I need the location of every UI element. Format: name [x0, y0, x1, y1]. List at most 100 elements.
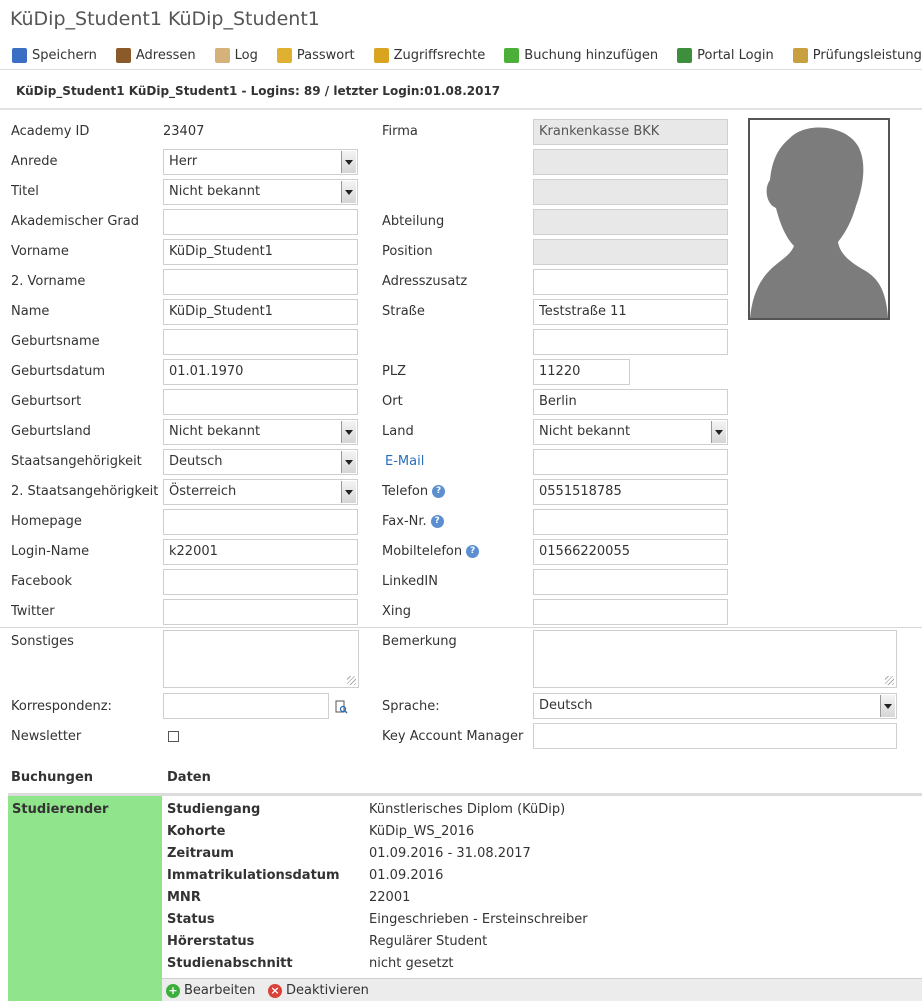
linkedin-input[interactable]: [533, 569, 728, 595]
label-anrede: Anrede: [11, 154, 58, 169]
toolbar-button-lock[interactable]: Zugriffsrechte: [363, 48, 492, 63]
label-homepage: Homepage: [11, 514, 82, 529]
label-geburtsname: Geburtsname: [11, 334, 100, 349]
address-book-icon: [115, 48, 131, 63]
edit-button[interactable]: + Bearbeiten: [166, 983, 255, 998]
deactivate-button-label: Deaktivieren: [286, 983, 369, 998]
toolbar-button-add[interactable]: Buchung hinzufügen: [493, 48, 664, 63]
label-geburtsdatum: Geburtsdatum: [11, 364, 105, 379]
strasse-line2-input[interactable]: [533, 329, 728, 355]
strasse-input[interactable]: Teststraße 11: [533, 299, 728, 325]
toolbar-button-label: Passwort: [296, 48, 355, 63]
position-input[interactable]: [533, 239, 728, 265]
resize-grip-icon[interactable]: [885, 676, 894, 685]
vorname2-input[interactable]: [163, 269, 358, 295]
label-geburtsort: Geburtsort: [11, 394, 82, 409]
label-staatsang2: 2. Staatsangehörigkeit: [11, 484, 159, 499]
name-input[interactable]: KüDip_Student1: [163, 299, 358, 325]
booking-detail-key: Studiengang: [167, 802, 261, 817]
geburtsland-select[interactable]: Nicht bekannt: [163, 419, 358, 445]
firma-line2-input[interactable]: [533, 149, 728, 175]
chevron-down-icon: [341, 451, 356, 473]
firma-input[interactable]: Krankenkasse BKK: [533, 119, 728, 145]
toolbar: Speichern Adressen Log Passwort Zugriffsrech…: [0, 42, 922, 70]
newsletter-checkbox[interactable]: [168, 731, 179, 742]
resize-grip-icon[interactable]: [347, 676, 356, 685]
booking-detail-value: 22001: [369, 890, 411, 905]
toolbar-button-label: Portal Login: [697, 48, 774, 63]
ort-input[interactable]: Berlin: [533, 389, 728, 415]
label-bemerkung: Bemerkung: [382, 634, 457, 649]
geburtsdatum-input[interactable]: 01.01.1970: [163, 359, 358, 385]
email-input[interactable]: [533, 449, 728, 475]
toolbar-button-label: Zugriffsrechte: [393, 48, 486, 63]
help-icon[interactable]: ?: [466, 545, 480, 558]
help-icon[interactable]: ?: [432, 485, 446, 498]
anrede-select[interactable]: Herr: [163, 149, 358, 175]
label-telefon: Telefon?: [382, 484, 446, 499]
staatsang2-select[interactable]: Österreich: [163, 479, 358, 505]
akad-grad-input[interactable]: [163, 209, 358, 235]
geburtsort-input[interactable]: [163, 389, 358, 415]
booking-type-label: Studierender: [12, 802, 109, 817]
toolbar-button-exam[interactable]: Prüfungsleistung: [782, 48, 922, 63]
toolbar-button-save[interactable]: Speichern: [0, 48, 103, 63]
xing-input[interactable]: [533, 599, 728, 625]
korrespondenz-input[interactable]: [163, 693, 329, 719]
edit-button-label: Bearbeiten: [184, 983, 256, 998]
kam-input[interactable]: [533, 723, 897, 749]
label-korrespondenz: Korrespondenz:: [11, 699, 112, 714]
telefon-input[interactable]: 0551518785: [533, 479, 728, 505]
booking-detail-value: Regulärer Student: [369, 934, 488, 949]
abteilung-input[interactable]: [533, 209, 728, 235]
key-icon: [276, 48, 292, 63]
sprache-value: Deutsch: [539, 698, 593, 713]
deactivate-button[interactable]: × Deaktivieren: [268, 983, 369, 998]
toolbar-button-address-book[interactable]: Adressen: [105, 48, 202, 63]
email-link[interactable]: E-Mail: [385, 454, 424, 469]
bemerkung-textarea[interactable]: [533, 630, 897, 688]
geburtsname-input[interactable]: [163, 329, 358, 355]
adresszusatz-input[interactable]: [533, 269, 728, 295]
add-icon: +: [166, 983, 180, 998]
toolbar-button-log[interactable]: Log: [204, 48, 264, 63]
login-name-input[interactable]: k22001: [163, 539, 358, 565]
vorname-input[interactable]: KüDip_Student1: [163, 239, 358, 265]
sprache-select[interactable]: Deutsch: [533, 693, 897, 719]
firma-line3-input[interactable]: [533, 179, 728, 205]
mobil-input[interactable]: 01566220055: [533, 539, 728, 565]
twitter-input[interactable]: [163, 599, 358, 625]
add-icon: [504, 48, 520, 63]
label-vorname2: 2. Vorname: [11, 274, 86, 289]
staatsang-select[interactable]: Deutsch: [163, 449, 358, 475]
label-linkedin: LinkedIN: [382, 574, 438, 589]
titel-select[interactable]: Nicht bekannt: [163, 179, 358, 205]
toolbar-button-key[interactable]: Passwort: [266, 48, 361, 63]
sonstiges-textarea[interactable]: [163, 630, 359, 688]
land-select[interactable]: Nicht bekannt: [533, 419, 728, 445]
fax-input[interactable]: [533, 509, 728, 535]
label-titel: Titel: [11, 184, 39, 199]
staatsang-value: Deutsch: [169, 454, 223, 469]
exam-icon: [792, 48, 808, 63]
booking-detail-key: Kohorte: [167, 824, 226, 839]
document-search-icon[interactable]: [335, 700, 348, 714]
log-icon: [214, 48, 230, 63]
close-icon: ×: [268, 983, 282, 998]
plz-input[interactable]: 11220: [533, 359, 630, 385]
label-sprache: Sprache:: [382, 699, 440, 714]
divider: [0, 627, 922, 628]
data-column-header: Daten: [167, 770, 211, 785]
booking-detail-key: Hörerstatus: [167, 934, 255, 949]
staatsang2-value: Österreich: [169, 484, 237, 499]
facebook-input[interactable]: [163, 569, 358, 595]
land-value: Nicht bekannt: [539, 424, 631, 439]
titel-value: Nicht bekannt: [169, 184, 261, 199]
label-sonstiges: Sonstiges: [11, 634, 74, 649]
booking-detail-key: Studienabschnitt: [167, 956, 293, 971]
toolbar-button-globe[interactable]: Portal Login: [666, 48, 780, 63]
homepage-input[interactable]: [163, 509, 358, 535]
chevron-down-icon: [341, 481, 356, 503]
label-abteilung: Abteilung: [382, 214, 445, 229]
help-icon[interactable]: ?: [430, 515, 444, 528]
